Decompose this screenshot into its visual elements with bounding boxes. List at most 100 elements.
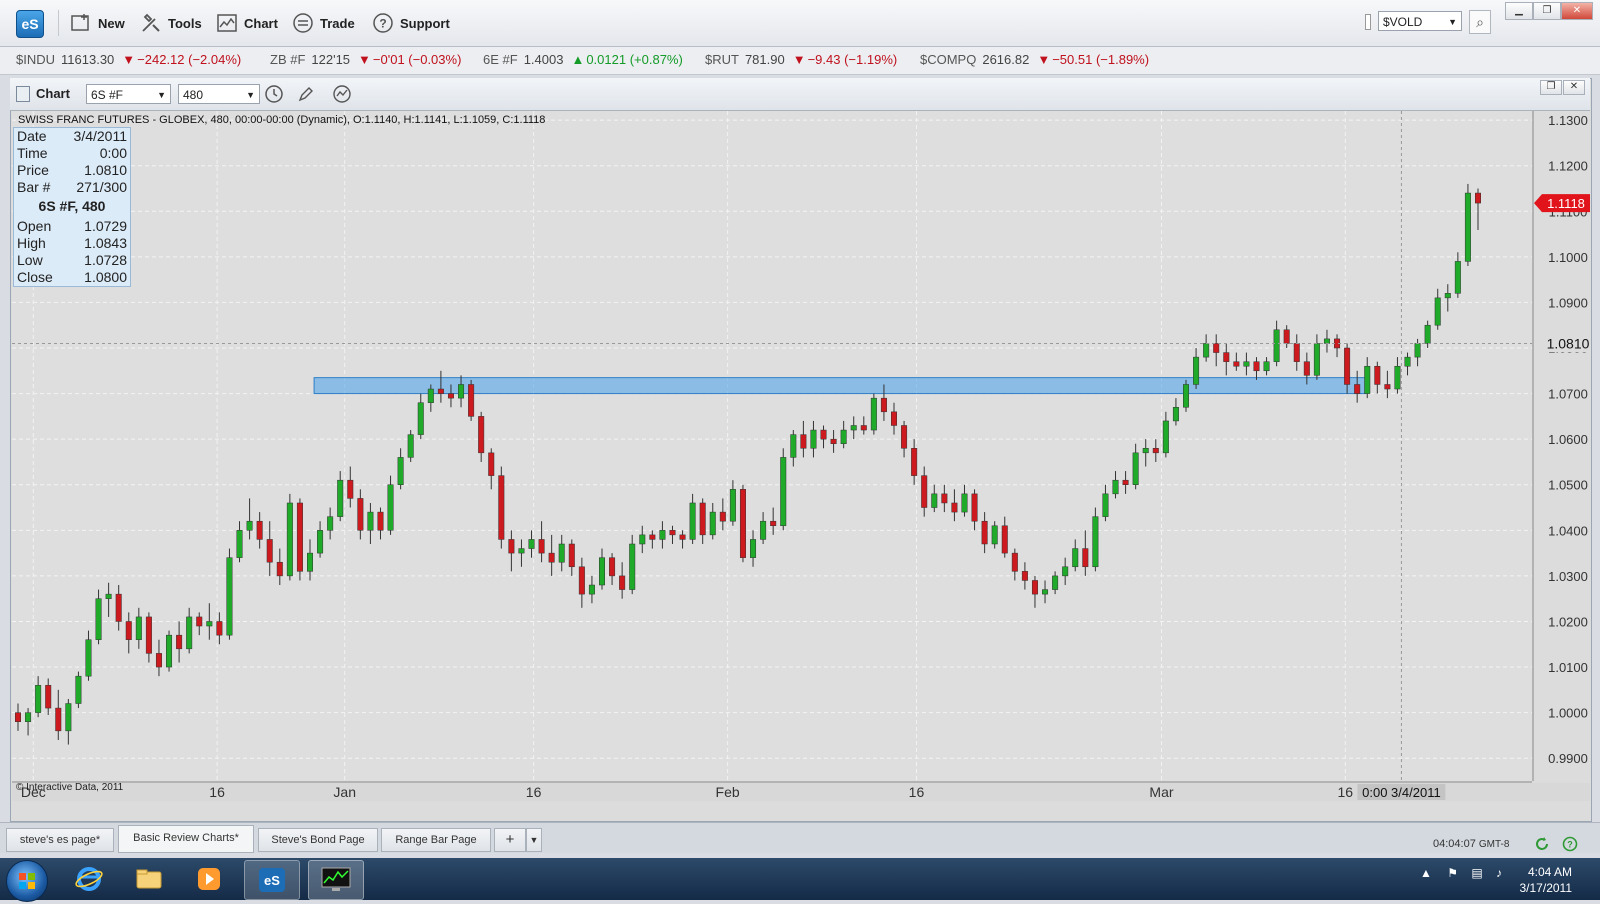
x-tick-label: 16 [1337,784,1353,800]
ticker-symbol: $INDU [16,52,56,67]
candle-body [1394,365,1401,390]
candle-body [840,429,847,444]
candle-body [1062,566,1069,577]
panel-toggle-icon[interactable] [16,86,30,102]
restore-button[interactable]: ❐ [1533,2,1561,20]
y-tick-label: 1.0600 [1548,432,1588,447]
windows-logo-icon [19,873,35,889]
help-status-button[interactable]: ? [1562,836,1578,852]
candle-body [528,539,535,549]
chart-symbol-value: 6S #F [91,88,124,102]
ticker-item-compq[interactable]: $COMPQ 2616.82 ▼ −50.51 (−1.89%) [920,52,1149,67]
candle-body [85,639,92,677]
candle-body [327,516,334,531]
candle-body [1183,384,1189,408]
ticker-item-indu[interactable]: $INDU 11613.30 ▼ −242.12 (−2.04%) [16,52,241,67]
candle-body [1444,293,1451,299]
candle-body [1434,297,1441,326]
svg-text:?: ? [1567,840,1573,850]
minimize-button[interactable]: ▁ [1505,2,1533,20]
indicator-button[interactable] [332,84,352,104]
media-player-icon [198,868,220,890]
candle-body [407,434,414,458]
chart-symbol-select[interactable]: 6S #F ▼ [86,84,171,104]
candle-body [186,616,193,650]
app-logo[interactable]: eS [16,10,44,38]
candle-body [357,498,364,531]
candle-body [478,416,485,454]
tab-menu-button[interactable]: ▼ [526,828,542,852]
chart-plot[interactable]: 0.9900 1.0000 1.0100 1.0200 1.0300 1.0400 1.05… [12,111,1590,801]
taskbar-chart-app[interactable] [308,860,364,900]
system-clock[interactable]: 4:04 AM 3/17/2011 [1508,864,1573,896]
ticker-item-6e[interactable]: 6E #F 1.4003 ▲ 0.0121 (+0.87%) [483,52,683,67]
taskbar-media-player[interactable] [182,860,236,898]
draw-tool-button[interactable] [296,84,316,104]
chart-close-button[interactable]: ✕ [1563,80,1585,95]
candle-body [1263,361,1270,372]
candle-body [981,520,988,545]
taskbar-internet-explorer[interactable] [62,860,116,898]
tray-expand-icon[interactable]: ▲ [1420,866,1432,880]
candle-body [1323,338,1330,344]
tab-steves-es-page[interactable]: steve's es page* [6,828,114,852]
new-button[interactable]: New [70,10,125,36]
candle-body [1243,361,1250,367]
support-button[interactable]: ? Support [372,10,450,36]
start-button[interactable] [6,860,48,902]
tools-button[interactable]: Tools [140,10,202,36]
candle-body [1283,329,1290,344]
close-button[interactable]: ✕ [1561,2,1593,20]
candle-body [1031,580,1038,595]
search-button[interactable]: ⌕ [1469,10,1491,34]
candle-body [719,511,726,522]
candle-body [1172,407,1179,422]
price-chart[interactable]: 0.9900 1.0000 1.0100 1.0200 1.0300 1.0400 1.05… [12,111,1590,821]
ticker-change: −9.43 (−1.19%) [807,52,898,67]
add-tab-button[interactable]: + [494,828,526,852]
ticker-change: −242.12 (−2.04%) [137,52,242,67]
tab-steves-bond-page[interactable]: Steve's Bond Page [258,828,378,852]
chart-interval-select[interactable]: 480 ▼ [178,84,260,104]
candle-body [266,539,273,563]
candle-body [35,685,42,713]
candle-body [1424,324,1431,344]
y-tick-label: 1.0100 [1548,660,1588,675]
network-icon[interactable]: ▤ [1471,866,1482,880]
chevron-down-icon: ▼ [246,90,255,100]
chart-restore-button[interactable]: ❐ [1540,80,1562,95]
tab-range-bar-page[interactable]: Range Bar Page [381,828,491,852]
candle-body [1213,343,1220,353]
volume-icon[interactable]: ♪ [1496,866,1502,880]
ticker-last: 2616.82 [982,52,1030,67]
folder-icon [136,869,162,889]
taskbar-file-explorer[interactable] [122,860,176,898]
ticker-item-rut[interactable]: $RUT 781.90 ▼ −9.43 (−1.19%) [705,52,897,67]
down-arrow-icon: ▼ [358,52,371,67]
ticker-change: 0.0121 (+0.87%) [586,52,683,67]
candle-body [880,397,887,413]
trade-button[interactable]: Trade [292,10,355,36]
ticker-last: 122'15 [311,52,351,67]
symbol-lookup-select[interactable]: $VOLD ▼ [1378,11,1462,31]
svg-text:eS: eS [264,873,280,888]
down-arrow-icon: ▼ [792,52,806,67]
candle-body [659,530,666,540]
chart-menu-button[interactable]: Chart [216,10,278,36]
candle-body [1414,343,1421,358]
candle-body [911,448,918,476]
candle-body [196,616,203,627]
candle-body [1303,361,1310,376]
taskbar-esignal[interactable]: eS [244,860,300,900]
interval-clock-button[interactable] [264,84,284,104]
data-row-date: Date 3/4/2011 [17,128,127,144]
symbol-lookup-value: $VOLD [1383,15,1423,29]
x-axis-band [12,783,1590,801]
action-center-icon[interactable]: ⚑ [1447,866,1458,880]
candle-body [125,621,132,640]
ticker-item-zb[interactable]: ZB #F 122'15 ▼ −0'01 (−0.03%) [270,52,461,67]
tab-basic-review-charts[interactable]: Basic Review Charts* [118,825,254,853]
connection-status-button[interactable] [1534,836,1550,852]
candle-body [971,493,978,522]
data-row-time: Time 0:00 [17,145,127,161]
